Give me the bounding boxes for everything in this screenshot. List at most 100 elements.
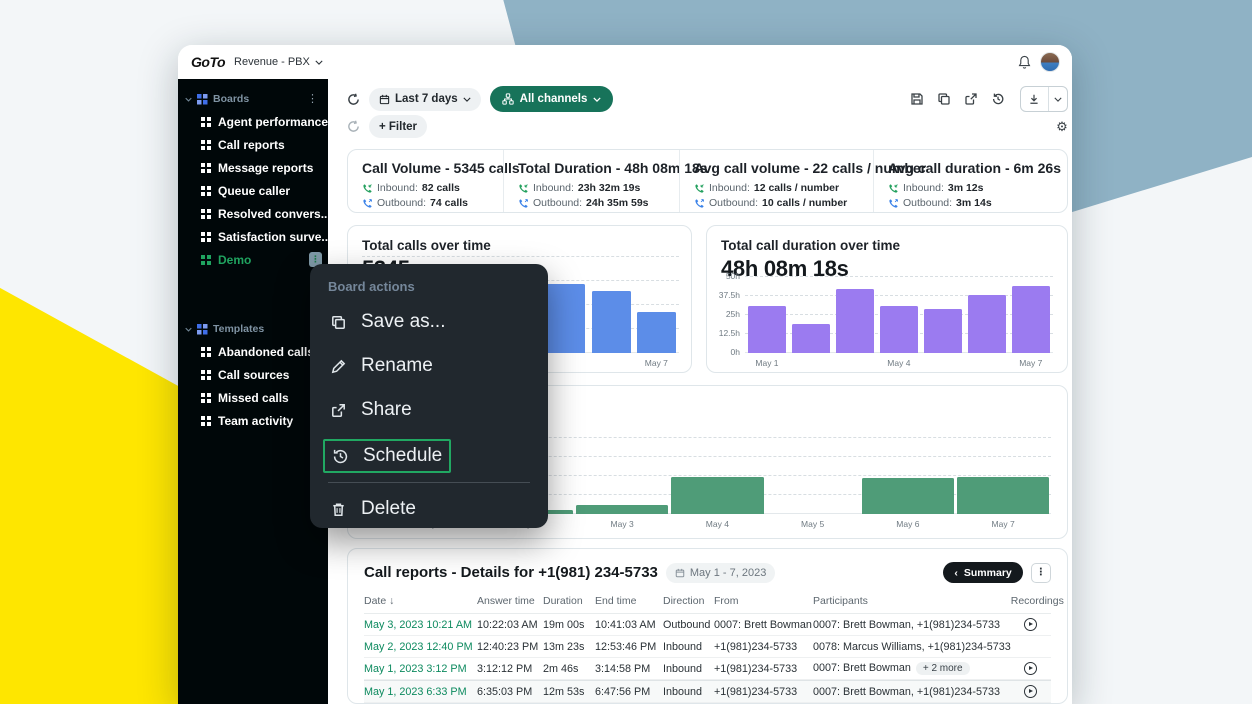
chart-bar xyxy=(968,295,1006,353)
recording-play-icon[interactable] xyxy=(1024,618,1037,631)
menu-item-save-as-[interactable]: Save as... xyxy=(326,300,532,344)
x-axis-tick-label: May 7 xyxy=(1019,358,1042,368)
from-cell: +1(981)234-5733 xyxy=(714,641,813,653)
stat-card-3: Avg call duration - 6m 26sInbound:3m 12s… xyxy=(873,150,1053,212)
sidebar-item-missed-calls[interactable]: Missed calls xyxy=(178,386,328,409)
answer-time-cell: 6:35:03 PM xyxy=(477,686,543,698)
outbound-call-icon xyxy=(362,198,373,209)
product-switcher[interactable]: Revenue - PBX xyxy=(234,56,323,68)
section-kebab-icon[interactable]: ⋮ xyxy=(305,94,320,105)
y-axis-tick-label: 12.5h xyxy=(719,328,740,338)
sidebar-item-message-reports[interactable]: Message reports xyxy=(178,156,328,179)
menu-item-schedule[interactable]: Schedule xyxy=(323,439,451,473)
stat-card-2: Avg call volume - 22 calls / number Inbou… xyxy=(679,150,873,212)
chevron-down-icon[interactable] xyxy=(185,97,192,102)
call-date-link[interactable]: May 2, 2023 12:40 PM xyxy=(364,641,477,653)
chevron-down-icon xyxy=(593,97,601,102)
stat-title: Avg call volume - 22 calls / number xyxy=(694,160,859,176)
call-reports-table-card: Call reports - Details for +1(981) 234-5… xyxy=(347,548,1068,704)
sidebar-section-boards: Boards⋮Agent performanceCall reportsMess… xyxy=(178,88,328,271)
sidebar-item-resolved-convers-[interactable]: Resolved convers... xyxy=(178,202,328,225)
gear-icon[interactable]: ⚙ xyxy=(1056,120,1068,133)
recording-play-icon[interactable] xyxy=(1024,662,1037,675)
call-date-link[interactable]: May 1, 2023 6:33 PM xyxy=(364,686,477,698)
more-participants-chip[interactable]: + 2 more xyxy=(916,662,970,675)
window-header: GoTo Revenue - PBX xyxy=(178,45,1072,79)
recording-play-icon[interactable] xyxy=(1024,685,1037,698)
summary-button[interactable]: ‹ Summary xyxy=(943,562,1022,583)
share-icon[interactable] xyxy=(964,92,978,106)
participants-cell: 0007: Brett Bowman+ 2 more xyxy=(813,662,1011,675)
chart-bar xyxy=(792,324,830,353)
column-header-date[interactable]: Date ↓ xyxy=(364,595,477,607)
boards-grid-icon xyxy=(197,324,208,335)
y-axis-tick-label: 25h xyxy=(726,309,740,319)
chevron-down-icon[interactable] xyxy=(185,327,192,332)
inbound-call-icon xyxy=(518,183,529,194)
download-icon[interactable] xyxy=(1021,87,1048,111)
sidebar-section-header[interactable]: Boards⋮ xyxy=(178,88,328,110)
stat-title: Avg call duration - 6m 26s xyxy=(888,160,1039,176)
answer-time-cell: 10:22:03 AM xyxy=(477,619,543,631)
stat-outbound-row: Outbound:10 calls / number xyxy=(694,197,859,209)
sidebar-item-satisfaction-surve-[interactable]: Satisfaction surve... xyxy=(178,225,328,248)
column-header-duration: Duration xyxy=(543,595,595,607)
refresh-icon-dim[interactable] xyxy=(347,120,360,133)
outbound-label: Outbound: xyxy=(903,197,952,209)
sidebar-section-header[interactable]: Templates xyxy=(178,318,328,340)
menu-item-rename[interactable]: Rename xyxy=(326,344,532,388)
sidebar-item-queue-caller[interactable]: Queue caller xyxy=(178,179,328,202)
history-icon[interactable] xyxy=(991,92,1005,106)
user-avatar[interactable] xyxy=(1040,52,1060,72)
outbound-label: Outbound: xyxy=(377,197,426,209)
end-time-cell: 3:14:58 PM xyxy=(595,663,663,675)
sidebar-item-call-sources[interactable]: Call sources xyxy=(178,363,328,386)
call-date-link[interactable]: May 1, 2023 3:12 PM xyxy=(364,663,477,675)
all-channels-label: All channels xyxy=(520,93,588,105)
sidebar-item-label: Abandoned calls xyxy=(218,345,314,359)
column-header-recordings: Recordings xyxy=(1011,595,1051,607)
all-channels-button[interactable]: All channels xyxy=(490,86,614,112)
end-time-cell: 12:53:46 PM xyxy=(595,641,663,653)
sidebar-item-team-activity[interactable]: Team activity xyxy=(178,409,328,432)
from-cell: +1(981)234-5733 xyxy=(714,686,813,698)
table-date-range-chip[interactable]: May 1 - 7, 2023 xyxy=(666,563,775,583)
stat-outbound-row: Outbound:24h 35m 59s xyxy=(518,197,665,209)
sidebar: Boards⋮Agent performanceCall reportsMess… xyxy=(178,79,328,704)
inbound-label: Inbound: xyxy=(709,182,750,194)
stat-inbound-row: Inbound:12 calls / number xyxy=(694,182,859,194)
sidebar-item-demo[interactable]: Demo⋮ xyxy=(178,248,328,271)
chart-bar xyxy=(576,505,668,514)
participants-cell: 0007: Brett Bowman, +1(981)234-5733 xyxy=(813,619,1011,631)
duration-cell: 19m 00s xyxy=(543,619,595,631)
menu-item-share[interactable]: Share xyxy=(326,388,532,432)
goto-logo: GoTo xyxy=(191,55,225,69)
chart-bar xyxy=(546,284,585,353)
menu-item-label: Save as... xyxy=(361,311,446,333)
save-icon[interactable] xyxy=(910,92,924,106)
date-range-button[interactable]: Last 7 days xyxy=(369,88,481,111)
sidebar-item-abandoned-calls[interactable]: Abandoned calls xyxy=(178,340,328,363)
board-actions-menu-title: Board actions xyxy=(328,279,532,294)
inbound-value: 23h 32m 19s xyxy=(578,182,640,194)
sidebar-item-agent-performance[interactable]: Agent performance xyxy=(178,110,328,133)
add-filter-label: + Filter xyxy=(379,121,417,133)
inbound-value: 3m 12s xyxy=(948,182,984,194)
chevron-left-icon: ‹ xyxy=(954,567,958,579)
dashboard-grid-icon xyxy=(201,347,211,357)
download-options-chevron-icon[interactable] xyxy=(1048,87,1067,111)
direction-cell: Outbound xyxy=(663,619,714,631)
bell-icon[interactable] xyxy=(1018,55,1031,69)
copy-icon[interactable] xyxy=(937,92,951,106)
recordings-cell xyxy=(1011,662,1051,675)
dashboard-grid-icon xyxy=(201,416,211,426)
add-filter-button[interactable]: + Filter xyxy=(369,115,427,138)
inbound-label: Inbound: xyxy=(533,182,574,194)
sidebar-item-call-reports[interactable]: Call reports xyxy=(178,133,328,156)
duration-cell: 13m 23s xyxy=(543,641,595,653)
call-date-link[interactable]: May 3, 2023 10:21 AM xyxy=(364,619,477,631)
table-kebab-icon[interactable]: ⋮ xyxy=(1031,563,1051,583)
refresh-icon[interactable] xyxy=(347,93,360,106)
download-split-button xyxy=(1020,86,1068,112)
menu-item-delete[interactable]: Delete xyxy=(326,487,532,531)
